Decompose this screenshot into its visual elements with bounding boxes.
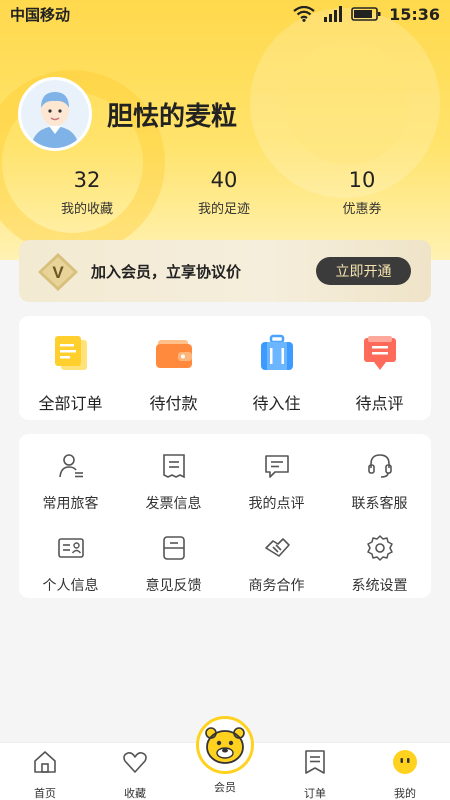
wifi-icon	[293, 6, 315, 22]
member-banner[interactable]: V 加入会员，立享协议价 立即开通	[19, 240, 431, 302]
nav-label: 首页	[34, 787, 56, 800]
order-all[interactable]: 全部订单	[19, 334, 122, 414]
stats-row: 32 我的收藏 40 我的足迹 10 优惠券	[0, 168, 450, 228]
nav-label: 收藏	[124, 787, 146, 800]
nav-me[interactable]: 我的	[360, 749, 450, 800]
order-pending-review[interactable]: 待点评	[328, 334, 431, 414]
username[interactable]: 胆怯的麦粒	[107, 96, 237, 133]
decor-circle	[285, 40, 410, 165]
avatar-icon	[21, 80, 89, 148]
nav-label: 订单	[304, 787, 326, 800]
tool-customer-service[interactable]: 联系客服	[328, 452, 431, 513]
nav-home[interactable]: 首页	[0, 749, 90, 800]
invoice-icon	[162, 454, 185, 479]
feedback-icon	[162, 536, 185, 560]
review-icon	[363, 336, 396, 370]
tool-settings[interactable]: 系统设置	[328, 534, 431, 595]
tool-feedback[interactable]: 意见反馈	[122, 534, 225, 595]
wallet-icon	[155, 340, 192, 368]
member-promo-text: 加入会员，立享协议价	[91, 263, 242, 281]
mascot-icon	[205, 727, 245, 764]
tool-label: 联系客服	[351, 496, 408, 512]
tools-card: 常用旅客 发票信息 我的点评 联系客服 个人信息 意见反馈 商务合作 系统设置	[19, 434, 431, 598]
tool-my-reviews[interactable]: 我的点评	[225, 452, 328, 513]
tool-label: 商务合作	[248, 578, 305, 594]
traveler-icon	[58, 454, 83, 478]
stat-label: 我的足迹	[197, 202, 250, 217]
order-label: 待入住	[252, 394, 301, 413]
avatar[interactable]	[18, 77, 92, 151]
home-icon	[34, 751, 56, 773]
all-orders-icon	[54, 336, 87, 370]
order-label: 待点评	[355, 394, 404, 413]
signal-icon	[324, 6, 343, 22]
heart-icon	[123, 752, 147, 773]
luggage-icon	[260, 334, 293, 370]
gear-icon	[366, 535, 393, 561]
vip-badge-icon: V	[38, 253, 78, 291]
tool-label: 系统设置	[351, 578, 408, 594]
stat-value: 40	[210, 168, 238, 192]
tool-label: 个人信息	[42, 578, 99, 594]
battery-icon	[351, 7, 381, 21]
tool-travelers[interactable]: 常用旅客	[19, 452, 122, 513]
stat-coupons[interactable]: 10 优惠券	[302, 168, 422, 217]
tool-business[interactable]: 商务合作	[225, 534, 328, 595]
stat-label: 优惠券	[342, 202, 382, 217]
tool-invoice[interactable]: 发票信息	[122, 452, 225, 513]
tool-label: 发票信息	[145, 496, 202, 512]
order-label: 全部订单	[38, 394, 103, 413]
headset-icon	[367, 454, 392, 478]
stat-footprints[interactable]: 40 我的足迹	[164, 168, 284, 217]
orders-card: 全部订单 待付款 待入住 待点评	[19, 316, 431, 420]
order-label: 待付款	[149, 394, 198, 413]
stat-label: 我的收藏	[60, 202, 113, 217]
tool-personal-info[interactable]: 个人信息	[19, 534, 122, 595]
handshake-icon	[264, 538, 290, 557]
stat-value: 32	[73, 168, 101, 192]
nav-label: 我的	[394, 787, 416, 800]
clock: 15:36	[389, 4, 440, 24]
order-pending-payment[interactable]: 待付款	[122, 334, 225, 414]
order-pending-checkin[interactable]: 待入住	[225, 334, 328, 414]
carrier-name: 中国移动	[10, 5, 71, 24]
id-card-icon	[57, 538, 84, 558]
join-member-button[interactable]: 立即开通	[316, 257, 411, 285]
nav-orders[interactable]: 订单	[270, 749, 360, 800]
order-icon	[305, 750, 325, 774]
tool-label: 我的点评	[248, 496, 305, 512]
me-icon	[393, 750, 417, 774]
vip-badge-letter: V	[52, 263, 64, 282]
nav-favorites[interactable]: 收藏	[90, 749, 180, 800]
tool-label: 常用旅客	[42, 496, 99, 512]
stat-value: 10	[348, 168, 376, 192]
nav-label: 会员	[214, 781, 236, 794]
tool-label: 意见反馈	[145, 578, 202, 594]
status-bar: 中国移动 15:36	[0, 0, 450, 28]
comment-icon	[264, 455, 289, 478]
stat-favorites[interactable]: 32 我的收藏	[27, 168, 147, 217]
nav-member[interactable]	[196, 716, 254, 774]
